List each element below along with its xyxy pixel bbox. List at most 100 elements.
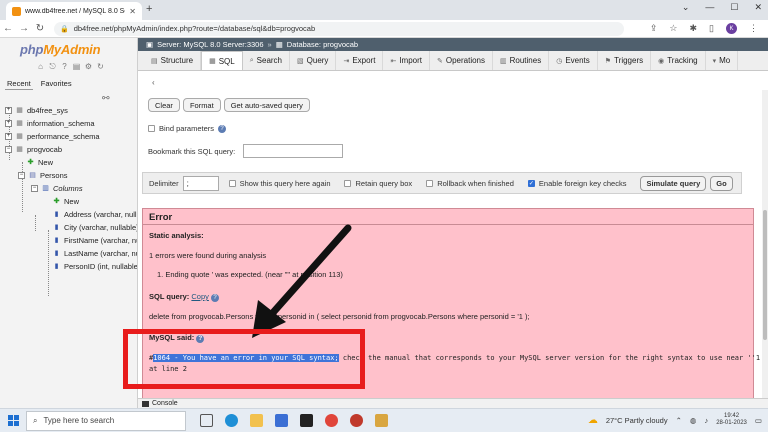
simulate-query-button[interactable]: Simulate query xyxy=(640,175,707,191)
chevron-down-icon[interactable]: ⌄ xyxy=(682,2,690,13)
expand-icon[interactable]: + xyxy=(5,107,12,114)
tree-item-column-firstname[interactable]: ▮ FirstName (varchar, nu xyxy=(0,234,137,247)
help-icon[interactable]: ? xyxy=(60,62,69,71)
tab-import[interactable]: ⇤ Import xyxy=(383,51,430,70)
tab-tracking[interactable]: ◉ Tracking xyxy=(651,51,706,70)
checkbox[interactable] xyxy=(228,179,236,187)
volume-icon[interactable]: ♪ xyxy=(704,416,708,425)
network-icon[interactable]: ◍ xyxy=(690,416,697,425)
phpmyadmin-logo[interactable]: phpMyAdmin xyxy=(20,42,101,57)
tree-item-new-table[interactable]: ✚ New xyxy=(0,156,137,169)
checkbox[interactable] xyxy=(344,179,352,187)
option-retain-query-box[interactable]: Retain query box xyxy=(344,179,412,188)
format-button[interactable]: Format xyxy=(182,98,221,112)
collapse-icon[interactable]: − xyxy=(5,146,12,153)
forward-icon[interactable]: → xyxy=(16,23,32,34)
new-tab-icon[interactable]: + xyxy=(146,3,152,15)
tree-item-new-column[interactable]: ✚ New xyxy=(0,195,137,208)
get-auto-saved-query-button[interactable]: Get auto-saved query xyxy=(223,98,310,112)
chevron-up-icon[interactable]: ⌃ xyxy=(676,416,682,425)
tree-item-progvocab[interactable]: − ▦ progvocab xyxy=(0,143,137,156)
tab-sql[interactable]: ▦ SQL xyxy=(201,51,243,70)
notifications-icon[interactable]: ▭ xyxy=(755,416,762,425)
share-icon[interactable]: ⇪ xyxy=(650,23,658,34)
go-button[interactable]: Go xyxy=(710,175,733,191)
help-icon[interactable]: ? xyxy=(211,294,219,302)
notes-icon[interactable] xyxy=(375,414,388,427)
lock-icon[interactable]: 🔒 xyxy=(60,25,69,33)
tab-favorites[interactable]: Favorites xyxy=(39,78,74,90)
collapse-icon[interactable]: − xyxy=(18,172,25,179)
clear-button[interactable]: Clear xyxy=(148,98,180,112)
docs-icon[interactable]: ▤ xyxy=(72,62,81,71)
tree-item-column-city[interactable]: ▮ City (varchar, nullable) xyxy=(0,221,137,234)
scroll-left-icon[interactable]: ‹ xyxy=(152,78,155,87)
option-rollback-when-finished[interactable]: Rollback when finished xyxy=(426,179,514,188)
scroll-thumb[interactable] xyxy=(763,210,767,340)
copy-link[interactable]: Copy xyxy=(191,292,209,301)
tree-item-columns[interactable]: − ▥ Columns xyxy=(0,182,137,195)
tree-item-db4free-sys[interactable]: + ▦ db4free_sys xyxy=(0,104,137,117)
task-view-icon[interactable] xyxy=(200,414,213,427)
link-icon[interactable]: ⚯ xyxy=(102,93,110,104)
profile-avatar[interactable]: K xyxy=(726,23,737,34)
tree-item-column-lastname[interactable]: ▮ LastName (varchar, nul xyxy=(0,247,137,260)
refresh-icon[interactable]: ↻ xyxy=(96,62,105,71)
tree-item-column-personid[interactable]: ▮ PersonID (int, nullable) xyxy=(0,260,137,273)
help-icon[interactable]: ? xyxy=(218,124,227,133)
tab-operations[interactable]: ✎ Operations xyxy=(430,51,493,70)
edge-icon[interactable] xyxy=(225,414,238,427)
sidepanel-icon[interactable]: ▯ xyxy=(709,23,714,34)
weather-icon[interactable]: ☁ xyxy=(588,415,598,426)
checkbox[interactable] xyxy=(426,179,434,187)
expand-icon[interactable]: + xyxy=(5,120,12,127)
tab-triggers[interactable]: ⚑ Triggers xyxy=(598,51,652,70)
tab-query[interactable]: ▧ Query xyxy=(290,51,337,70)
back-icon[interactable]: ← xyxy=(0,23,16,34)
console-bar[interactable]: Console xyxy=(138,398,768,408)
tab-structure[interactable]: ▤ Structure xyxy=(144,51,202,70)
tree-item-persons[interactable]: − ▤ Persons xyxy=(0,169,137,182)
tree-item-column-address[interactable]: ▮ Address (varchar, null xyxy=(0,208,137,221)
logout-icon[interactable]: ⎋ xyxy=(48,62,57,71)
url-field[interactable]: 🔒 db4free.net/phpMyAdmin/index.php?route… xyxy=(54,21,624,36)
star-icon[interactable]: ☆ xyxy=(669,23,677,34)
menu-kebab-icon[interactable]: ⋮ xyxy=(749,23,758,34)
tab-search[interactable]: ⌕ Search xyxy=(243,51,291,70)
tab-export[interactable]: ⇥ Export xyxy=(336,51,384,70)
minimize-icon[interactable]: — xyxy=(705,2,714,13)
tab-routines[interactable]: ▥ Routines xyxy=(493,51,550,70)
reload-icon[interactable]: ↻ xyxy=(32,23,48,34)
bind-parameters-checkbox[interactable] xyxy=(148,125,155,132)
bookmark-input[interactable] xyxy=(243,144,343,158)
tab-events[interactable]: ◷ Events xyxy=(549,51,598,70)
tree-item-information-schema[interactable]: + ▦ information_schema xyxy=(0,117,137,130)
tab-recent[interactable]: Recent xyxy=(5,78,33,90)
tree-item-performance-schema[interactable]: + ▦ performance_schema xyxy=(0,130,137,143)
start-button[interactable] xyxy=(0,409,26,432)
store-icon[interactable] xyxy=(275,414,288,427)
checkbox-checked[interactable]: ✓ xyxy=(527,179,535,187)
settings-icon[interactable]: ⚙ xyxy=(84,62,93,71)
weather-text[interactable]: 27°C Partly cloudy xyxy=(606,416,668,425)
browser-tab[interactable]: www.db4free.net / MySQL 8.0 Se ✕ xyxy=(6,2,142,20)
option-show-query-again[interactable]: Show this query here again xyxy=(228,179,330,188)
collapse-icon[interactable]: − xyxy=(31,185,38,192)
breadcrumb-server[interactable]: Server: MySQL 8.0 Server:3306 xyxy=(157,40,263,49)
maximize-icon[interactable]: ☐ xyxy=(730,2,738,13)
taskbar-search[interactable]: ⌕ Type here to search xyxy=(26,410,186,431)
option-enable-foreign-key-checks[interactable]: ✓ Enable foreign key checks xyxy=(527,179,626,188)
scrollbar[interactable] xyxy=(762,90,768,408)
breadcrumb-database[interactable]: Database: progvocab xyxy=(287,40,358,49)
extensions-icon[interactable]: ✱ xyxy=(690,23,698,34)
tab-more[interactable]: ▾ Mo xyxy=(706,51,739,70)
expand-icon[interactable]: + xyxy=(5,133,12,140)
delimiter-input[interactable]: ; xyxy=(182,175,219,191)
file-explorer-icon[interactable] xyxy=(250,414,263,427)
app-icon[interactable] xyxy=(350,414,363,427)
clock[interactable]: 19:42 28-01-2023 xyxy=(716,413,747,427)
close-window-icon[interactable]: ✕ xyxy=(754,2,762,13)
home-icon[interactable]: ⌂ xyxy=(36,62,45,71)
chrome-icon[interactable] xyxy=(325,414,338,427)
close-tab-icon[interactable]: ✕ xyxy=(129,7,136,16)
